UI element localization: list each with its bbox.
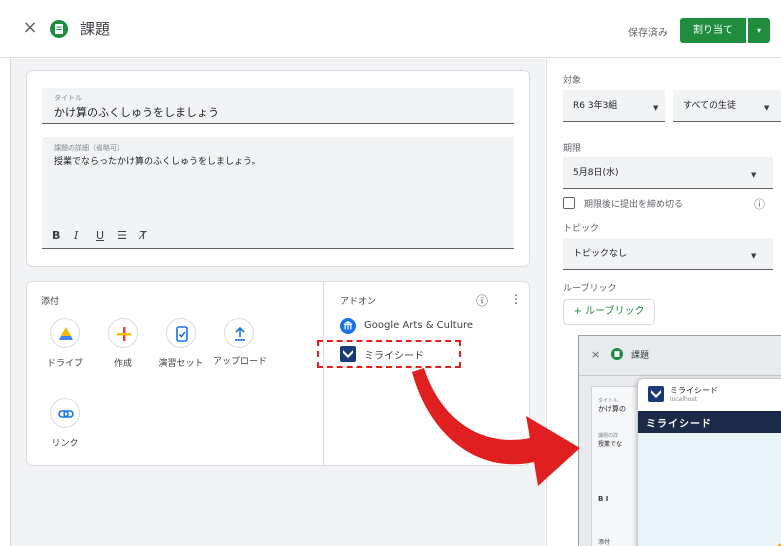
bold-button[interactable]: B bbox=[52, 229, 60, 242]
inset-assignment-icon bbox=[611, 348, 623, 360]
inset-attachments-label: 添付 bbox=[598, 539, 611, 546]
inset-field-value-2: 授業でな bbox=[598, 441, 623, 448]
popup-decoration-icon bbox=[777, 543, 781, 546]
topic-label: トピック bbox=[563, 224, 600, 234]
link-label: リンク bbox=[51, 439, 79, 449]
practice-set-button[interactable] bbox=[166, 318, 196, 348]
clear-format-button[interactable]: T̸ bbox=[140, 229, 147, 242]
left-edge-divider bbox=[10, 59, 11, 546]
page-title: 課題 bbox=[80, 20, 111, 38]
link-button[interactable] bbox=[50, 398, 80, 428]
popup-banner: ミライシード bbox=[638, 411, 781, 433]
close-after-due-label: 期限後に提出を締め切る bbox=[584, 200, 684, 210]
top-bar: × 課題 保存済み 割り当て ▾ bbox=[0, 0, 781, 58]
saved-status: 保存済み bbox=[628, 28, 668, 39]
more-options-icon[interactable]: ⋮ bbox=[510, 292, 522, 306]
bulleted-list-button[interactable]: ☰ bbox=[117, 229, 127, 242]
create-button[interactable] bbox=[108, 318, 138, 348]
upload-icon bbox=[235, 326, 245, 341]
inset-field-value-1: かけ算の bbox=[598, 405, 626, 413]
miraiseed-popup: ミライシード localhost ミライシード bbox=[637, 378, 781, 546]
assign-button[interactable]: 割り当て bbox=[680, 18, 746, 43]
close-after-due-info-icon[interactable]: ⓘ bbox=[754, 196, 765, 212]
inset-title: 課題 bbox=[631, 351, 650, 361]
inset-screenshot: × 課題 タイトル かけ算の 課題の詳 授業でな B I 添付 ミライシード l… bbox=[578, 335, 781, 546]
rubric-label: ルーブリック bbox=[563, 284, 617, 294]
close-icon[interactable]: × bbox=[20, 18, 40, 38]
link-icon bbox=[58, 410, 74, 418]
assign-menu-button[interactable]: ▾ bbox=[748, 18, 770, 43]
popup-banner-logo: ミライシード bbox=[646, 419, 712, 430]
close-after-due-checkbox[interactable] bbox=[563, 197, 575, 209]
inset-format-buttons: B I bbox=[598, 495, 609, 503]
addon-google-arts-culture[interactable]: Google Arts & Culture bbox=[364, 320, 473, 331]
inset-header: × 課題 bbox=[579, 336, 781, 376]
popup-content-area bbox=[638, 433, 781, 546]
details-field[interactable]: 課題の詳細（省略可） 授業でならったかけ算のふくしゅうをしましょう。 bbox=[42, 137, 514, 249]
info-icon[interactable]: ⓘ bbox=[476, 292, 488, 309]
details-field-label: 課題の詳細（省略可） bbox=[54, 144, 124, 152]
students-select-value: すべての生徒 bbox=[683, 101, 737, 111]
arts-culture-icon bbox=[340, 318, 356, 334]
drive-label: ドライブ bbox=[46, 359, 83, 369]
addons-label: アドオン bbox=[340, 297, 377, 307]
inset-field-label-1: タイトル bbox=[598, 398, 619, 404]
topic-chevron-down-icon: ▼ bbox=[751, 252, 757, 260]
assignment-icon bbox=[50, 20, 68, 38]
upload-label: アップロード bbox=[212, 357, 267, 367]
due-label: 期限 bbox=[563, 144, 582, 154]
target-label: 対象 bbox=[563, 76, 582, 86]
details-field-value: 授業でならったかけ算のふくしゅうをしましょう。 bbox=[54, 157, 261, 167]
practice-set-icon bbox=[176, 326, 188, 342]
students-chevron-down-icon: ▼ bbox=[764, 104, 770, 112]
upload-button[interactable] bbox=[224, 318, 254, 348]
add-rubric-button[interactable]: + ルーブリック bbox=[563, 299, 655, 325]
italic-button[interactable]: I bbox=[74, 229, 78, 242]
practice-set-label: 演習セット bbox=[158, 359, 204, 369]
due-date-value: 5月8日(水) bbox=[573, 168, 619, 178]
due-chevron-down-icon: ▼ bbox=[751, 171, 757, 179]
attachments-divider bbox=[323, 281, 324, 466]
class-select[interactable]: R6 3年3組 bbox=[563, 90, 665, 122]
due-date-select[interactable]: 5月8日(水) bbox=[563, 157, 773, 189]
popup-miraiseed-icon bbox=[648, 386, 664, 402]
create-label: 作成 bbox=[113, 359, 132, 369]
title-field-label: タイトル bbox=[54, 94, 82, 102]
inset-close-icon: × bbox=[591, 348, 601, 361]
topic-select-value: トピックなし bbox=[573, 249, 628, 259]
topic-select[interactable]: トピックなし bbox=[563, 238, 773, 270]
plus-icon bbox=[117, 327, 131, 341]
attachments-label: 添付 bbox=[41, 297, 60, 307]
red-arrow-graphic bbox=[412, 368, 580, 486]
underline-button[interactable]: U bbox=[96, 229, 104, 242]
title-field[interactable]: タイトル かけ算のふくしゅうをしましょう bbox=[42, 88, 514, 124]
title-field-value: かけ算のふくしゅうをしましょう bbox=[54, 106, 219, 119]
class-select-value: R6 3年3組 bbox=[573, 101, 618, 111]
popup-addon-name: ミライシード bbox=[670, 386, 718, 395]
drive-icon bbox=[59, 327, 73, 340]
class-chevron-down-icon: ▼ bbox=[653, 104, 659, 112]
inset-field-label-2: 課題の詳 bbox=[598, 433, 619, 439]
drive-button[interactable] bbox=[50, 318, 80, 348]
popup-addon-host: localhost bbox=[670, 396, 697, 403]
